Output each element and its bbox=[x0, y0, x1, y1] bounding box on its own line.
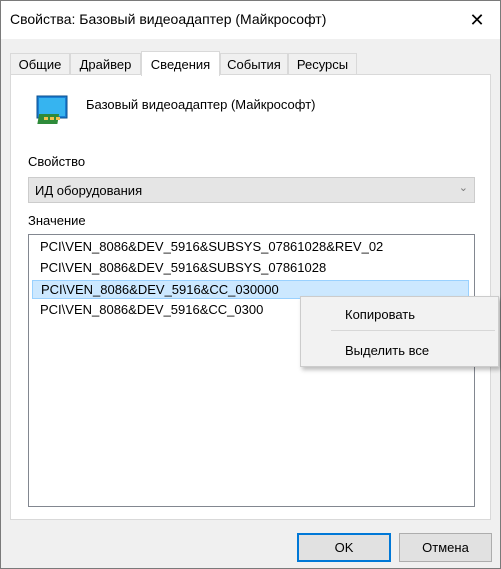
context-menu: Копировать Выделить все bbox=[300, 296, 499, 367]
context-menu-copy[interactable]: Копировать bbox=[302, 299, 497, 329]
chevron-down-icon: ⌄ bbox=[458, 182, 468, 194]
tab-events[interactable]: События bbox=[220, 53, 288, 74]
device-name: Базовый видеоадаптер (Майкрософт) bbox=[86, 97, 316, 112]
property-dropdown[interactable]: ИД оборудования ⌄ bbox=[28, 177, 475, 203]
close-button[interactable]: ✕ bbox=[454, 1, 500, 39]
value-label: Значение bbox=[28, 213, 86, 228]
tab-driver[interactable]: Драйвер bbox=[70, 53, 141, 74]
value-listbox[interactable]: PCI\VEN_8086&DEV_5916&SUBSYS_07861028&RE… bbox=[28, 234, 475, 507]
ok-button-label: OK bbox=[334, 540, 354, 555]
context-menu-label: Выделить все bbox=[345, 343, 430, 358]
properties-dialog: Свойства: Базовый видеоадаптер (Майкросо… bbox=[0, 0, 501, 569]
close-icon: ✕ bbox=[469, 9, 485, 30]
list-item[interactable]: PCI\VEN_8086&DEV_5916&SUBSYS_07861028&RE… bbox=[32, 238, 469, 257]
window-title: Свойства: Базовый видеоадаптер (Майкросо… bbox=[10, 11, 327, 27]
tab-general[interactable]: Общие bbox=[10, 53, 70, 74]
ok-button[interactable]: OK bbox=[297, 533, 391, 562]
display-adapter-icon bbox=[36, 95, 68, 124]
tab-details[interactable]: Сведения bbox=[141, 51, 220, 76]
property-label: Свойство bbox=[28, 154, 86, 169]
context-menu-label: Копировать bbox=[345, 307, 415, 322]
tab-resources[interactable]: Ресурсы bbox=[288, 53, 357, 74]
context-menu-separator bbox=[331, 330, 495, 331]
cancel-button[interactable]: Отмена bbox=[399, 533, 492, 562]
property-selected-value: ИД оборудования bbox=[35, 183, 143, 198]
tab-label: Драйвер bbox=[79, 56, 132, 72]
context-menu-select-all[interactable]: Выделить все bbox=[302, 335, 497, 365]
cancel-button-label: Отмена bbox=[422, 540, 469, 555]
tab-label: События bbox=[227, 56, 281, 72]
tab-label: Ресурсы bbox=[296, 56, 349, 72]
list-item[interactable]: PCI\VEN_8086&DEV_5916&SUBSYS_07861028 bbox=[32, 259, 469, 278]
title-bar[interactable]: Свойства: Базовый видеоадаптер (Майкросо… bbox=[1, 1, 500, 39]
tab-label: Сведения bbox=[150, 56, 211, 72]
tab-label: Общие bbox=[18, 56, 62, 72]
